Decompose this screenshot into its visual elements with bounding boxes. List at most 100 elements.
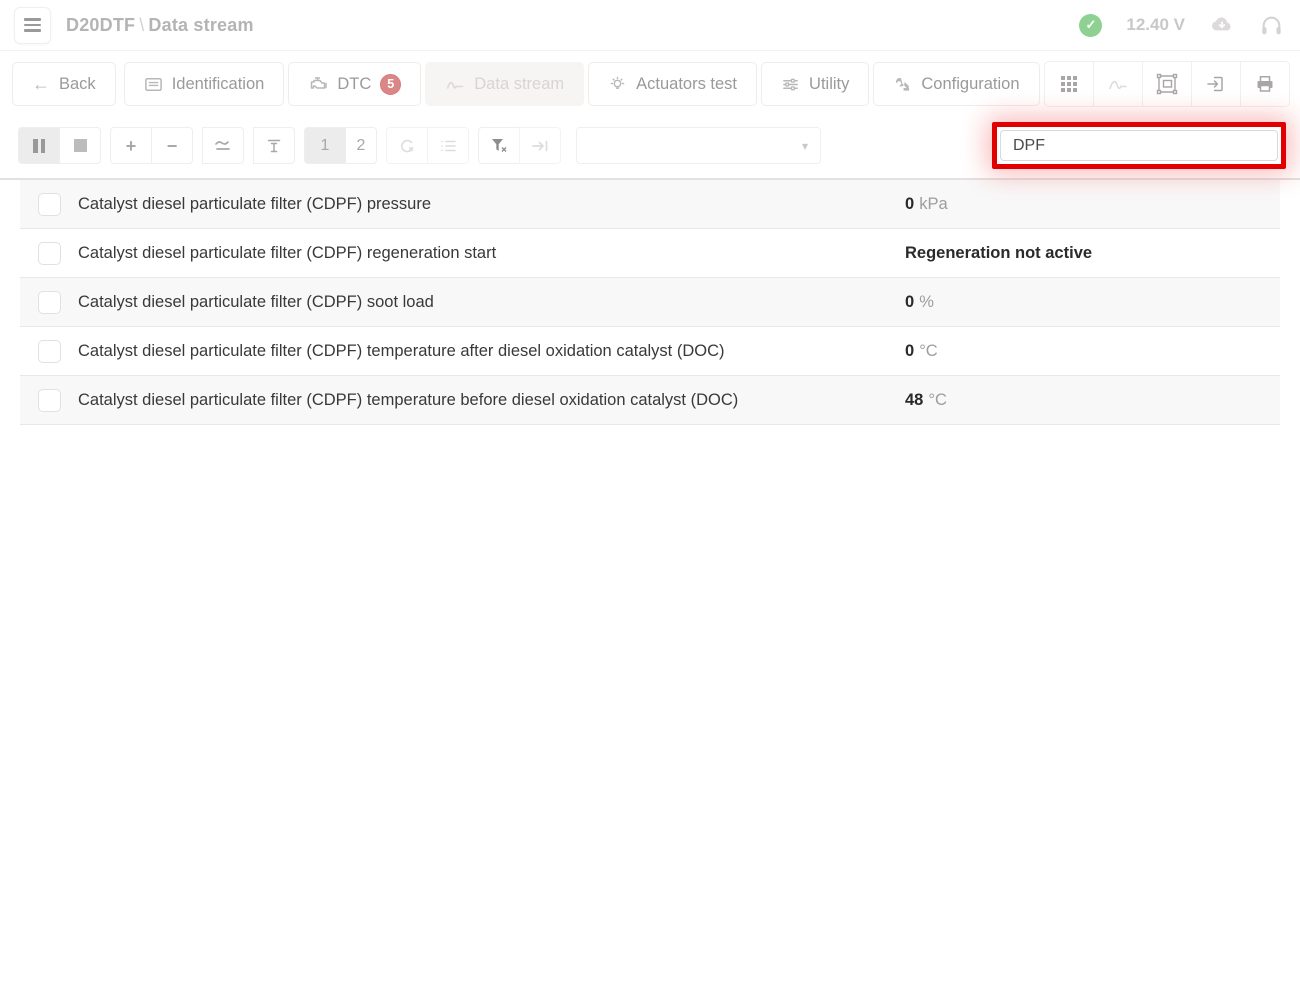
back-label: Back xyxy=(59,75,96,94)
tab-dtc-label: DTC xyxy=(337,75,371,94)
list-button xyxy=(427,127,469,164)
battery-voltage: 12.40 V xyxy=(1126,15,1185,35)
row-checkbox[interactable] xyxy=(38,193,61,216)
graph-mode-button[interactable] xyxy=(202,127,244,164)
clear-filter-button[interactable] xyxy=(478,127,520,164)
parameter-value: 0°C xyxy=(905,342,938,361)
parameter-unit: kPa xyxy=(919,195,947,213)
cloud-download-icon[interactable] xyxy=(1209,12,1235,38)
table-row: Catalyst diesel particulate filter (CDPF… xyxy=(20,376,1280,425)
tab-identification-label: Identification xyxy=(172,75,265,94)
tab-actuators-test[interactable]: Actuators test xyxy=(588,62,757,106)
fit-height-button[interactable] xyxy=(253,127,295,164)
add-remove-group: + − xyxy=(110,127,193,164)
tab-configuration-label: Configuration xyxy=(921,75,1019,94)
bulb-icon xyxy=(608,75,627,94)
topbar-status-area: ✓ 12.40 V xyxy=(1079,12,1284,38)
wrench-icon xyxy=(893,75,912,94)
grid-view-button[interactable] xyxy=(1044,61,1094,107)
stream-toolbar: + − 1 2 xyxy=(0,113,1300,180)
parameter-value: 48°C xyxy=(905,391,947,410)
add-parameter-button[interactable]: + xyxy=(110,127,152,164)
engine-icon xyxy=(308,74,328,94)
reset-values-button xyxy=(386,127,428,164)
filter-clear-icon xyxy=(490,137,508,154)
table-row: Catalyst diesel particulate filter (CDPF… xyxy=(20,327,1280,376)
parameter-unit: °C xyxy=(919,342,938,360)
pause-icon xyxy=(33,139,45,153)
headphones-icon[interactable] xyxy=(1259,13,1284,38)
page-1-button[interactable]: 1 xyxy=(304,127,346,164)
parameter-label: Catalyst diesel particulate filter (CDPF… xyxy=(78,244,905,263)
refresh-clear-icon xyxy=(398,137,416,155)
tab-data-stream-label: Data stream xyxy=(474,75,564,94)
chevron-down-icon: ▾ xyxy=(802,139,808,153)
wave-group xyxy=(202,127,244,164)
breadcrumb-device: D20DTF xyxy=(66,15,135,35)
minus-icon: − xyxy=(167,137,178,155)
printer-icon xyxy=(1254,73,1276,95)
tab-actuators-test-label: Actuators test xyxy=(636,75,737,94)
row-checkbox[interactable] xyxy=(38,291,61,314)
parameter-label: Catalyst diesel particulate filter (CDPF… xyxy=(78,391,905,410)
parameter-unit: °C xyxy=(928,391,947,409)
hamburger-icon xyxy=(24,18,41,21)
table-row: Catalyst diesel particulate filter (CDPF… xyxy=(20,229,1280,278)
graph-curve-icon xyxy=(1107,73,1129,95)
pause-button[interactable] xyxy=(18,127,60,164)
parameter-value: Regeneration not active xyxy=(905,244,1092,263)
chart-curve-icon xyxy=(445,74,465,94)
search-input[interactable] xyxy=(1000,130,1278,161)
grid-icon xyxy=(1059,74,1079,94)
dtc-count-badge: 5 xyxy=(380,74,401,95)
fit-group xyxy=(253,127,295,164)
tab-identification[interactable]: Identification xyxy=(124,62,285,106)
tab-bar: ← Back Identification DTC 5 Data stream … xyxy=(0,51,1300,113)
page-2-button[interactable]: 2 xyxy=(345,127,377,164)
print-button[interactable] xyxy=(1240,61,1290,107)
tab-dtc[interactable]: DTC 5 xyxy=(288,62,421,106)
top-bar: D20DTF\Data stream ✓ 12.40 V xyxy=(0,0,1300,51)
parameter-label: Catalyst diesel particulate filter (CDPF… xyxy=(78,195,905,214)
parameter-unit: % xyxy=(919,293,934,311)
stop-button[interactable] xyxy=(59,127,101,164)
select-region-button[interactable] xyxy=(1142,61,1192,107)
parameter-value: 0kPa xyxy=(905,195,948,214)
hamburger-menu-button[interactable] xyxy=(14,7,51,44)
row-checkbox[interactable] xyxy=(38,340,61,363)
reset-group xyxy=(386,127,469,164)
tab-configuration[interactable]: Configuration xyxy=(873,62,1039,106)
parameter-label: Catalyst diesel particulate filter (CDPF… xyxy=(78,293,905,312)
export-log-button[interactable] xyxy=(1191,61,1241,107)
graph-view-button xyxy=(1093,61,1143,107)
breadcrumb-separator: \ xyxy=(135,15,148,35)
remove-parameter-button[interactable]: − xyxy=(151,127,193,164)
view-tools-group xyxy=(1044,61,1290,107)
connection-ok-icon: ✓ xyxy=(1079,14,1102,37)
breadcrumb: D20DTF\Data stream xyxy=(66,15,254,36)
list-icon xyxy=(440,139,457,153)
parameter-set-dropdown[interactable]: ▾ xyxy=(576,127,821,164)
page-group: 1 2 xyxy=(304,127,377,164)
wave-icon xyxy=(214,139,232,153)
data-table: Catalyst diesel particulate filter (CDPF… xyxy=(20,180,1280,425)
search-area xyxy=(992,122,1286,169)
parameter-value: 0% xyxy=(905,293,934,312)
plus-icon: + xyxy=(126,137,137,155)
selection-frame-icon xyxy=(1155,72,1179,96)
row-checkbox[interactable] xyxy=(38,242,61,265)
identification-icon xyxy=(144,75,163,94)
filter-group xyxy=(478,127,561,164)
table-row: Catalyst diesel particulate filter (CDPF… xyxy=(20,180,1280,229)
playback-group xyxy=(18,127,101,164)
stop-icon xyxy=(74,139,87,152)
sliders-icon xyxy=(781,75,800,94)
tab-data-stream: Data stream xyxy=(425,62,584,106)
breadcrumb-page: Data stream xyxy=(148,15,253,35)
back-arrow-icon: ← xyxy=(32,75,50,93)
row-checkbox[interactable] xyxy=(38,389,61,412)
annotation-highlight-box xyxy=(992,122,1286,169)
back-button[interactable]: ← Back xyxy=(12,62,116,106)
tab-utility[interactable]: Utility xyxy=(761,62,869,106)
parameter-label: Catalyst diesel particulate filter (CDPF… xyxy=(78,342,905,361)
